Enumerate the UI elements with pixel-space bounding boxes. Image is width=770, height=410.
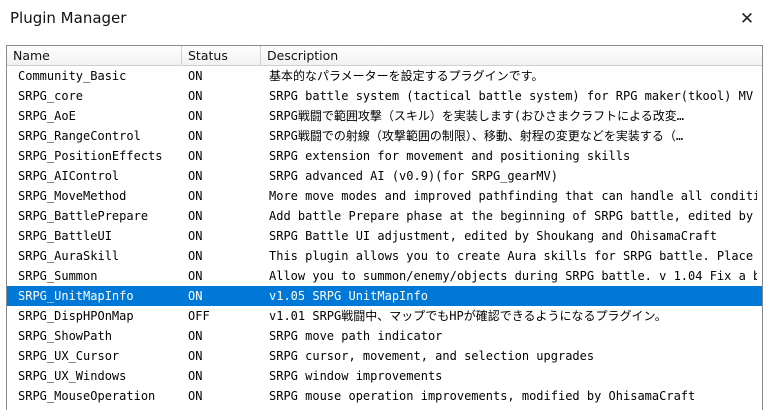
plugin-status-cell: ON [188,249,203,263]
plugin-name-cell: SRPG_RangeControl [18,129,141,143]
plugin-status-cell: ON [188,189,203,203]
table-row[interactable]: SRPG_BattleUI ON SRPG Battle UI adjustment… [7,226,762,246]
table-row[interactable]: SRPG_UX_Windows ON SRPG window improvement… [7,366,762,386]
plugin-status-cell: ON [188,89,203,103]
column-header-description[interactable]: Description [261,46,762,65]
plugin-name-cell: SRPG_BattleUI [18,229,112,243]
plugin-name-cell: SRPG_DispHPOnMap [18,309,134,323]
plugin-description-cell: 基本的なパラメーターを設定するプラグインです。 [269,69,544,83]
plugin-description-cell: SRPG move path indicator [269,329,443,343]
plugin-name-cell: SRPG_PositionEffects [18,149,163,163]
plugin-name-cell: SRPG_MouseOperation [18,389,156,403]
plugin-description-cell: SRPG戦闘での射線（攻撃範囲の制限）、移動、射程の変更などを実装する（… [269,129,684,143]
plugin-description-cell: v1.01 SRPG戦闘中、マップでもHPが確認できるようになるプラグイン。 [269,309,667,323]
table-row[interactable]: SRPG_UX_Cursor ON SRPG cursor, movement, a… [7,346,762,366]
plugin-description-cell: Allow you to summon/enemy/objects during… [269,269,757,283]
column-header-status[interactable]: Status [182,46,261,65]
plugin-status-cell: OFF [188,309,210,323]
plugin-status-cell: ON [188,269,203,283]
table-row[interactable]: SRPG_MouseOperation ON SRPG mouse operatio… [7,386,762,406]
plugin-description-cell: SRPG cursor, movement, and selection upg… [269,349,595,363]
plugin-name-cell: SRPG_UX_Cursor [18,349,120,363]
plugin-status-cell: ON [188,389,203,403]
table-row[interactable]: SRPG_AoE ON SRPG戦闘で範囲攻撃（スキル）を実装します(おひさまクラフ… [7,106,762,126]
plugin-name-cell: SRPG_BattlePrepare [18,209,149,223]
plugin-status-cell: ON [188,129,203,143]
plugin-name-cell: SRPG_UnitMapInfo [18,289,134,303]
table-header: Name Status Description [7,46,762,66]
plugin-name-cell: Community_Basic [18,69,127,83]
plugin-status-cell: ON [188,289,203,303]
plugin-status-cell: ON [188,349,203,363]
table-body: Community_Basic ON 基本的なパラメーターを設定するプラグインです。… [7,66,762,406]
plugin-name-cell: SRPG_AuraSkill [18,249,120,263]
plugin-description-cell: SRPG extension for movement and position… [269,149,631,163]
plugin-status-cell: ON [188,329,203,343]
table-row[interactable]: SRPG_ShowPath ON SRPG move path indicator [7,326,762,346]
plugin-description-cell: This plugin allows you to create Aura sk… [269,249,757,263]
plugin-name-cell: SRPG_core [18,89,84,103]
plugin-name-cell: SRPG_Summon [18,269,98,283]
plugin-name-cell: SRPG_AIControl [18,169,120,183]
plugin-name-cell: SRPG_AoE [18,109,76,123]
table-row[interactable]: SRPG_RangeControl ON SRPG戦闘での射線（攻撃範囲の制限）、移… [7,126,762,146]
plugin-status-cell: ON [188,169,203,183]
plugin-description-cell: v1.05 SRPG UnitMapInfo [269,289,428,303]
plugin-description-cell: SRPG戦闘で範囲攻撃（スキル）を実装します(おひさまクラフトによる改変… [269,109,684,123]
close-icon: ✕ [739,9,755,29]
table-row[interactable]: SRPG_MoveMethod ON More move modes and imp… [7,186,762,206]
plugin-name-cell: SRPG_ShowPath [18,329,112,343]
plugin-description-cell: SRPG Battle UI adjustment, edited by Sho… [269,229,717,243]
table-row[interactable]: SRPG_PositionEffects ON SRPG extension for… [7,146,762,166]
plugin-status-cell: ON [188,149,203,163]
table-row[interactable]: SRPG_AIControl ON SRPG advanced AI (v0.9)(… [7,166,762,186]
plugin-description-cell: SRPG window improvements [269,369,443,383]
column-header-name[interactable]: Name [7,46,182,65]
close-button[interactable]: ✕ [724,0,770,38]
plugin-description-cell: SRPG mouse operation improvements, modif… [269,389,696,403]
plugin-status-cell: ON [188,109,203,123]
plugin-description-cell: Add battle Prepare phase at the beginnin… [269,209,757,223]
plugin-description-cell: More move modes and improved pathfinding… [269,189,757,203]
plugin-status-cell: ON [188,229,203,243]
table-row[interactable]: SRPG_AuraSkill ON This plugin allows you t… [7,246,762,266]
plugin-status-cell: ON [188,69,203,83]
table-row[interactable]: SRPG_DispHPOnMap OFF v1.01 SRPG戦闘中、マップでもHP… [7,306,762,326]
title-bar: Plugin Manager ✕ [0,0,770,38]
plugin-status-cell: ON [188,209,203,223]
table-row[interactable]: SRPG_core ON SRPG battle system (tactical … [7,86,762,106]
plugin-name-cell: SRPG_UX_Windows [18,369,127,383]
table-row[interactable]: Community_Basic ON 基本的なパラメーターを設定するプラグインです。 [7,66,762,86]
table-row[interactable]: SRPG_BattlePrepare ON Add battle Prepare p… [7,206,762,226]
plugin-description-cell: SRPG advanced AI (v0.9)(for SRPG_gearMV) [269,169,558,183]
plugin-description-cell: SRPG battle system (tactical battle syst… [269,89,757,103]
plugin-status-cell: ON [188,369,203,383]
plugin-table[interactable]: Name Status Description Community_Basic O… [6,45,763,410]
window-title: Plugin Manager [10,9,127,27]
plugin-name-cell: SRPG_MoveMethod [18,189,127,203]
table-row[interactable]: SRPG_Summon ON Allow you to summon/enemy/o… [7,266,762,286]
table-row[interactable]: SRPG_UnitMapInfo ON v1.05 SRPG UnitMapInfo [7,286,762,306]
